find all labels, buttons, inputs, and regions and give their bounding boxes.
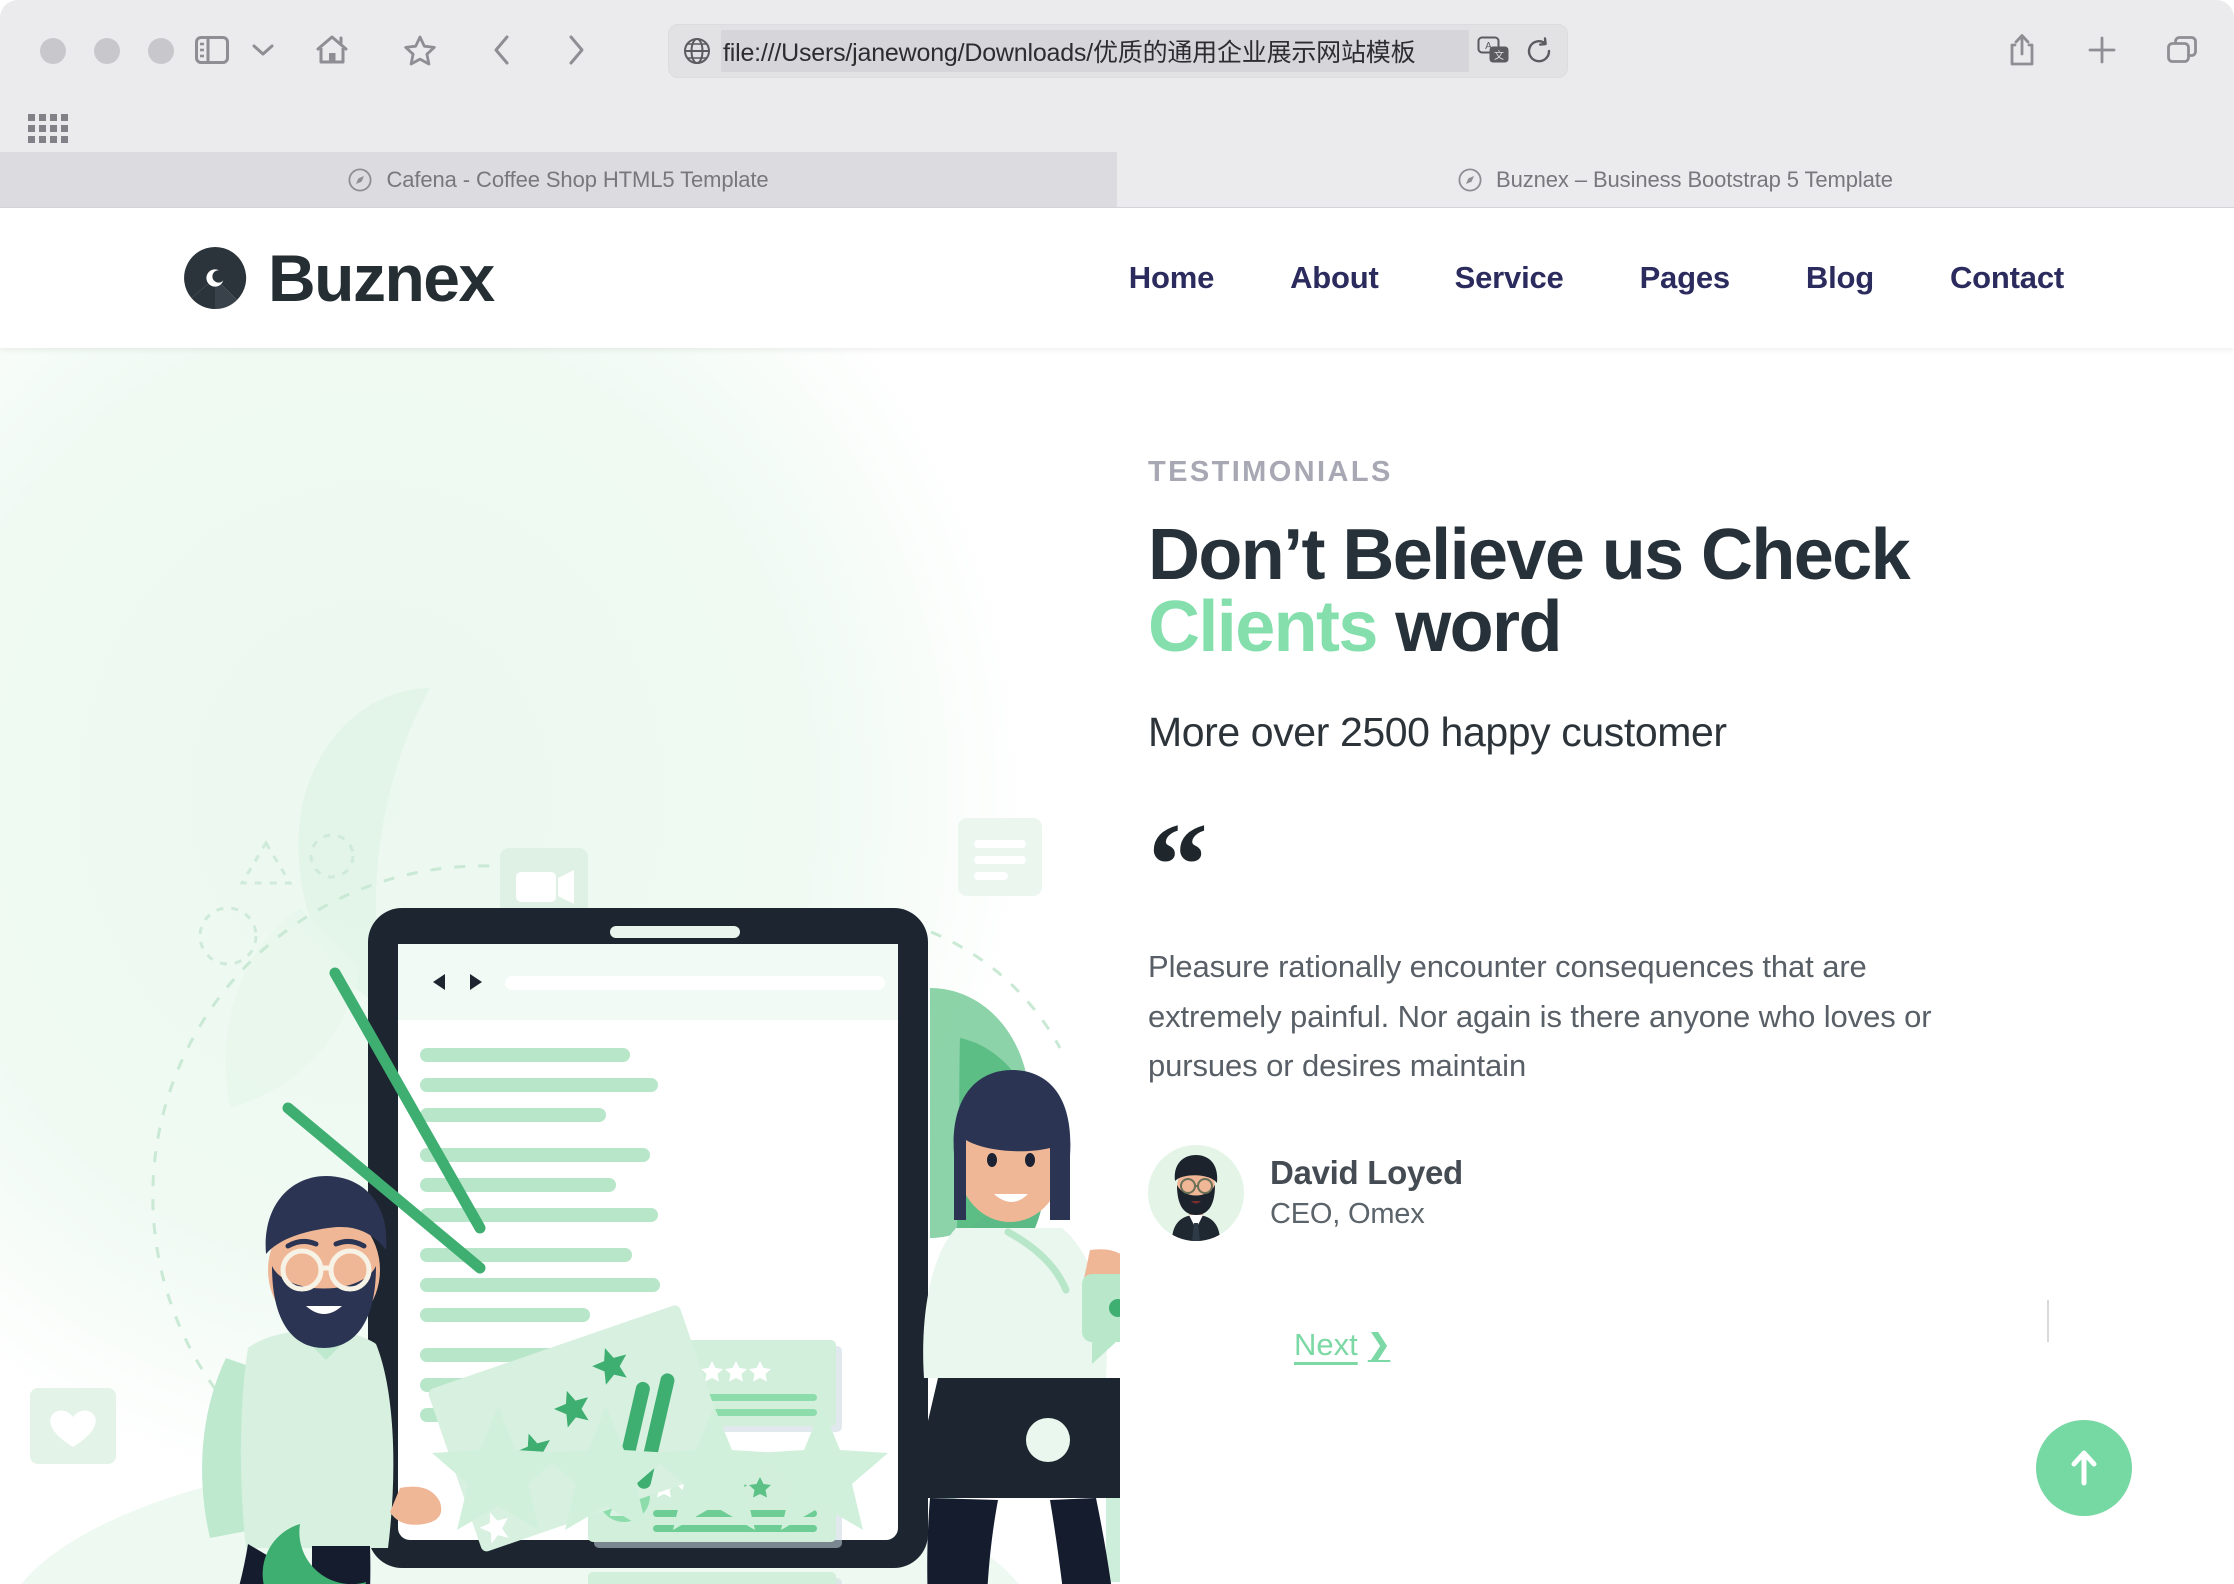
- browser-tab-title: Cafena - Coffee Shop HTML5 Template: [386, 166, 769, 192]
- browser-toolbar: file:///Users/janewong/Downloads/优质的通用企业…: [0, 0, 2234, 104]
- next-label: Next: [1294, 1326, 1358, 1362]
- testimonial-quote: Pleasure rationally encounter consequenc…: [1148, 949, 1932, 1084]
- forward-button[interactable]: [552, 26, 600, 74]
- nav-item-blog[interactable]: Blog: [1806, 260, 1874, 296]
- subheadline: More over 2500 happy customer: [1148, 709, 1727, 755]
- quote-mark-icon: “: [1148, 798, 1208, 931]
- decorative-divider: [2047, 1300, 2049, 1342]
- compass-icon: [348, 167, 372, 192]
- web-page: Buznex Home About Service Pages Blog Con…: [0, 208, 2234, 1584]
- bookmark-star-icon: [403, 34, 437, 66]
- nav-item-about[interactable]: About: [1290, 260, 1379, 296]
- author-name: David Loyed: [1270, 1154, 1463, 1192]
- favorites-bar: [0, 104, 2234, 152]
- chevron-right-icon: ❯: [1367, 1329, 1391, 1360]
- section-eyebrow: TESTIMONIALS: [1148, 456, 1393, 488]
- bearded-man-avatar-icon: [1148, 1144, 1244, 1241]
- author-role: CEO, Omex: [1270, 1198, 1425, 1231]
- site-header: Buznex Home About Service Pages Blog Con…: [0, 208, 2234, 348]
- site-logo[interactable]: Buznex: [180, 240, 495, 316]
- new-tab-button[interactable]: [2078, 26, 2126, 74]
- arrow-up-icon: [2067, 1447, 2101, 1490]
- browser-tab-buznex[interactable]: Buznex – Business Bootstrap 5 Template: [1117, 152, 2234, 207]
- testimonial-author: David Loyed CEO, Omex: [1148, 1144, 2078, 1241]
- sidebar-icon: [195, 36, 229, 64]
- site-logo-text: Buznex: [268, 241, 495, 315]
- apps-grid-icon[interactable]: [28, 114, 68, 143]
- testimonials-hero-section: TESTIMONIALS Don’t Believe us Check Clie…: [0, 348, 2234, 1584]
- globe-icon: [683, 37, 711, 65]
- window-traffic-lights: [40, 38, 174, 64]
- forward-chevron-icon: [566, 34, 586, 66]
- bookmark-button[interactable]: [396, 26, 444, 74]
- new-tab-plus-icon: [2086, 34, 2118, 66]
- next-testimonial-link[interactable]: Next ❯: [1294, 1327, 1390, 1363]
- nav-item-contact[interactable]: Contact: [1950, 260, 2064, 296]
- close-window-button[interactable]: [40, 38, 66, 64]
- address-bar[interactable]: file:///Users/janewong/Downloads/优质的通用企业…: [668, 24, 1568, 78]
- nav-item-service[interactable]: Service: [1455, 260, 1564, 296]
- scroll-to-top-button[interactable]: [2036, 1420, 2132, 1516]
- zoom-window-button[interactable]: [148, 38, 174, 64]
- browser-window: file:///Users/janewong/Downloads/优质的通用企业…: [0, 0, 2234, 1584]
- page-title: Don’t Believe us Check Clients word: [1148, 519, 2078, 663]
- headline-line-1: Don’t Believe us Check: [1148, 515, 1911, 595]
- back-chevron-icon: [492, 34, 512, 66]
- compass-icon: [1458, 167, 1482, 192]
- browser-tab-cafena[interactable]: Cafena - Coffee Shop HTML5 Template: [0, 152, 1117, 207]
- svg-text:文: 文: [1494, 49, 1504, 62]
- headline-tail: word: [1376, 587, 1562, 667]
- share-icon: [2007, 33, 2037, 67]
- back-button[interactable]: [478, 26, 526, 74]
- nav-item-home[interactable]: Home: [1129, 260, 1215, 296]
- chevron-down-icon: [252, 43, 274, 57]
- testimonial-review-illustration: [0, 348, 1198, 1584]
- headline-accent-word: Clients: [1148, 587, 1378, 667]
- buznex-circle-logo-icon: [180, 243, 250, 313]
- translate-icon[interactable]: A文: [1477, 36, 1511, 66]
- browser-tab-title: Buznex – Business Bootstrap 5 Template: [1496, 166, 1893, 192]
- home-button[interactable]: [308, 26, 356, 74]
- author-details: David Loyed CEO, Omex: [1270, 1154, 1463, 1231]
- sidebar-options-button[interactable]: [246, 26, 280, 74]
- address-bar-url[interactable]: file:///Users/janewong/Downloads/优质的通用企业…: [721, 30, 1469, 72]
- nav-item-pages[interactable]: Pages: [1640, 260, 1731, 296]
- sidebar-toggle-button[interactable]: [188, 26, 236, 74]
- minimize-window-button[interactable]: [94, 38, 120, 64]
- home-icon: [315, 34, 349, 66]
- avatar: [1148, 1144, 1244, 1241]
- share-button[interactable]: [1998, 26, 2046, 74]
- tab-overview-icon: [2165, 34, 2199, 66]
- site-nav: Home About Service Pages Blog Contact: [1129, 260, 2064, 296]
- tab-overview-button[interactable]: [2158, 26, 2206, 74]
- reload-icon[interactable]: [1525, 37, 1553, 65]
- tab-strip: Cafena - Coffee Shop HTML5 Template Buzn…: [0, 152, 2234, 208]
- testimonial-content: TESTIMONIALS Don’t Believe us Check Clie…: [1148, 456, 2078, 1363]
